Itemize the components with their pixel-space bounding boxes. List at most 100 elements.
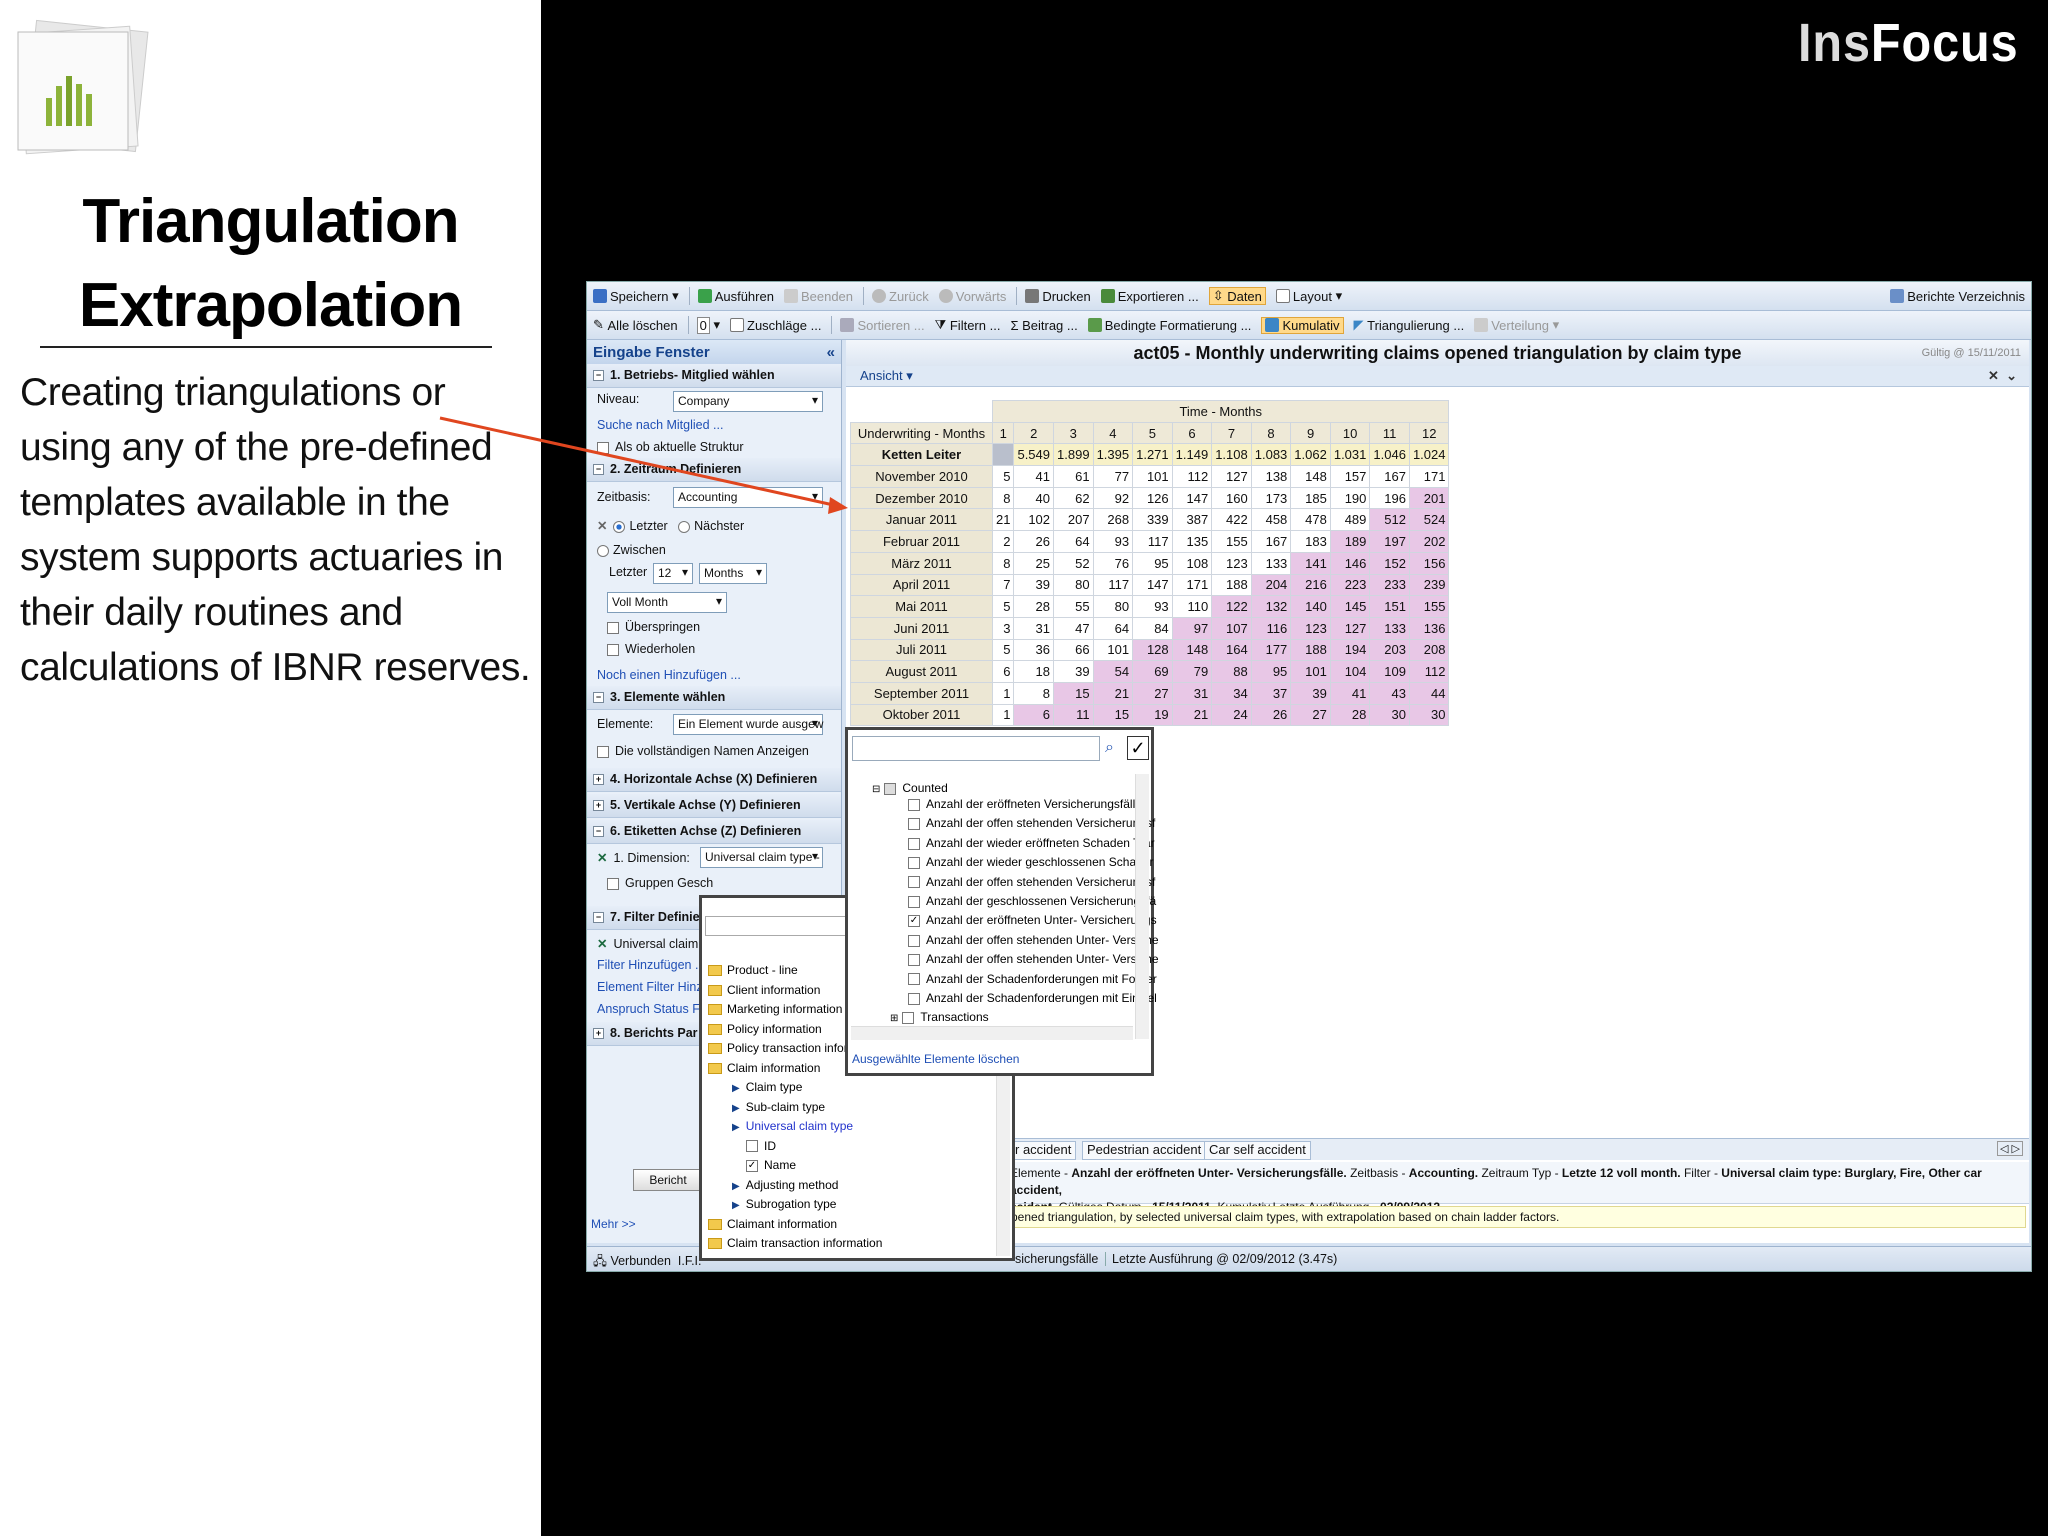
search-icon[interactable]: ⌕ (1105, 739, 1114, 757)
tree-root-counted[interactable]: ⊟ Counted (872, 781, 948, 795)
back-button[interactable]: Zurück (872, 289, 929, 304)
tree-item[interactable]: Marketing information (708, 1002, 842, 1016)
data-button[interactable]: ⇳ Daten (1208, 287, 1266, 305)
last-count-stepper[interactable]: 12 (653, 563, 693, 584)
expand-icon[interactable]: + (593, 774, 604, 786)
cumulative-button[interactable]: Kumulativ (1261, 316, 1344, 334)
checkbox[interactable] (908, 818, 920, 831)
checkbox[interactable] (908, 798, 920, 811)
distribution-button[interactable]: Verteilung ▾ (1474, 317, 1559, 333)
expand-icon[interactable]: + (593, 800, 604, 812)
time-basis-dropdown[interactable]: Accounting (673, 487, 823, 508)
remove-dimension-icon[interactable]: ✕ (597, 851, 607, 865)
checkbox[interactable] (908, 954, 920, 967)
tree-item[interactable]: Anzahl der wieder eröffneten Schaden Tra… (908, 836, 1155, 850)
section-x-axis[interactable]: +4. Horizontale Achse (X) Definieren (587, 768, 841, 792)
checkbox[interactable] (902, 1012, 915, 1025)
collapse-icon[interactable]: − (593, 464, 604, 476)
tree-item[interactable]: Claimant information (708, 1217, 837, 1231)
print-button[interactable]: Drucken (1025, 289, 1091, 304)
collapse-icon[interactable]: − (593, 826, 604, 838)
checkbox[interactable] (908, 895, 920, 908)
clear-icon[interactable]: ✕ (597, 519, 607, 533)
clear-all-button[interactable]: ✎ Alle löschen (593, 317, 678, 333)
tree-item[interactable]: Anzahl der offen stehenden Versicherungs… (908, 875, 1155, 889)
dimension-dropdown[interactable]: Universal claim type - (700, 847, 823, 868)
reports-directory-button[interactable]: Berichte Verzeichnis (1890, 289, 2025, 304)
tree-item[interactable]: ▶ Claim type (732, 1080, 802, 1094)
section-z-axis[interactable]: −6. Etiketten Achse (Z) Definieren (587, 820, 841, 844)
tree-item[interactable]: Policy transaction inform (708, 1041, 858, 1055)
tree-item[interactable]: ✓ Name (746, 1158, 796, 1172)
full-month-dropdown[interactable]: Voll Month (607, 592, 727, 613)
checkbox[interactable] (884, 782, 897, 795)
last-radio[interactable] (613, 520, 626, 533)
tree-item[interactable]: Anzahl der offen stehenden Unter- Versic… (908, 933, 1159, 947)
surcharges-button[interactable]: Zuschläge ... (730, 318, 821, 333)
checkbox[interactable] (908, 934, 920, 947)
between-radio[interactable] (597, 544, 609, 557)
stop-button[interactable]: Beenden (783, 289, 853, 304)
add-another-link[interactable]: Noch einen Hinzufügen ... (597, 668, 741, 682)
checked-checkbox[interactable]: ✓ (908, 915, 920, 928)
horizontal-scrollbar[interactable] (851, 1026, 1133, 1040)
export-button[interactable]: Exportieren ... (1100, 289, 1199, 304)
tree-item[interactable]: ✓ Anzahl der eröffneten Unter- Versicheru… (908, 913, 1157, 927)
tree-item[interactable]: Anzahl der Schadenforderungen mit Forder (908, 972, 1157, 986)
tree-item[interactable]: Claim transaction information (708, 1236, 882, 1250)
section-period[interactable]: −2. Zeitraum Definieren (587, 458, 841, 482)
view-dropdown[interactable]: Ansicht (860, 368, 903, 383)
checkbox[interactable] (746, 1140, 758, 1153)
sum-button[interactable]: Σ Beitrag ... (1010, 318, 1077, 333)
tree-item[interactable]: ID (746, 1139, 776, 1153)
vertical-scrollbar[interactable] (1135, 774, 1149, 1039)
collapse-icon[interactable]: − (593, 370, 604, 382)
next-radio[interactable] (678, 520, 691, 533)
checkbox[interactable] (908, 992, 920, 1005)
full-names-checkbox[interactable] (597, 745, 609, 758)
as-if-checkbox[interactable] (597, 441, 609, 454)
tree-item[interactable]: Client information (708, 983, 820, 997)
triangulation-button[interactable]: ◤ Triangulierung ... (1354, 317, 1465, 333)
expand-icon[interactable]: + (593, 1028, 604, 1040)
double-chevron-icon[interactable]: ⌄ (2006, 368, 2017, 383)
checkbox[interactable] (908, 876, 920, 889)
collapse-icon[interactable]: − (593, 912, 604, 924)
tree-item[interactable]: Anzahl der offen stehenden Unter- Versic… (908, 952, 1159, 966)
tree-item[interactable]: ▶ Sub-claim type (732, 1100, 825, 1114)
section-y-axis[interactable]: +5. Vertikale Achse (Y) Definieren (587, 794, 841, 818)
tree-item-transactions[interactable]: ⊞ Transactions (890, 1010, 989, 1024)
run-button[interactable]: Ausführen (697, 289, 774, 304)
tree-item[interactable]: Anzahl der geschlossenen Versicherungsfä (908, 894, 1156, 908)
save-button[interactable]: Speichern ▾ (593, 288, 679, 304)
report-button[interactable]: Bericht (633, 1169, 703, 1191)
elements-dropdown[interactable]: Ein Element wurde ausgew (673, 714, 823, 735)
more-link[interactable]: Mehr >> (591, 1217, 636, 1231)
forward-button[interactable]: Vorwärts (938, 289, 1006, 304)
zero-dropdown[interactable]: 0 ▾ (696, 316, 720, 334)
tree-item[interactable]: Anzahl der eröffneten Versicherungsfälle (908, 797, 1142, 811)
skip-checkbox[interactable] (607, 621, 619, 634)
confirm-checkmark-icon[interactable]: ✓ (1127, 736, 1149, 760)
tab-claim-type[interactable]: r accident (1010, 1141, 1077, 1160)
remove-filter-icon[interactable]: ✕ (597, 937, 607, 951)
tree-item[interactable]: Product - line (708, 963, 798, 977)
tree-item[interactable]: Anzahl der offen stehenden Versicherungs… (908, 816, 1155, 830)
tree-item[interactable]: Anzahl der Schadenforderungen mit Einzie… (908, 991, 1157, 1005)
section-elements[interactable]: −3. Elemente wählen (587, 686, 841, 710)
section-member[interactable]: −1. Betriebs- Mitglied wählen (587, 364, 841, 388)
checkbox[interactable] (908, 973, 920, 986)
collapse-panel-icon[interactable]: « (827, 344, 835, 361)
layout-button[interactable]: Layout ▾ (1275, 288, 1342, 304)
checked-checkbox[interactable]: ✓ (746, 1159, 758, 1172)
search-member-link[interactable]: Suche nach Mitglied ... (597, 418, 723, 432)
tree-item[interactable]: ▶ Universal claim type (732, 1119, 853, 1133)
level-dropdown[interactable]: Company (673, 391, 823, 412)
checkbox[interactable] (908, 837, 920, 850)
tree-item[interactable]: Policy information (708, 1022, 822, 1036)
element-search-input[interactable] (852, 736, 1100, 761)
tab-scroll-icon[interactable]: ◁ ▷ (1997, 1141, 2023, 1156)
filter-button[interactable]: ⧩ Filtern ... (935, 317, 1001, 333)
expand-icon[interactable]: ⊞ (890, 1013, 898, 1024)
checkbox[interactable] (908, 857, 920, 870)
